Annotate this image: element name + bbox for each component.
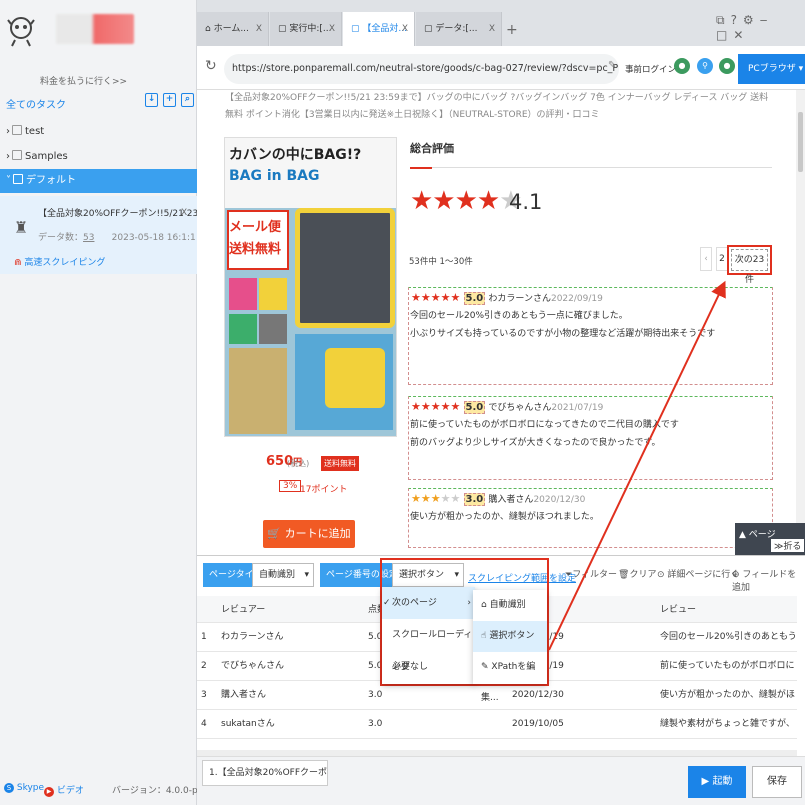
chevron-right-icon: › bbox=[467, 598, 471, 608]
divider bbox=[432, 167, 772, 168]
robot-avatar-icon[interactable] bbox=[6, 14, 36, 48]
next-page-submenu: ⌂ 自動識別 ☝ 選択ボタン ✎ XPathを編集... bbox=[473, 590, 547, 703]
robot-task-icon: ♜ bbox=[14, 218, 29, 237]
submenu-item-auto[interactable]: ⌂ 自動識別 bbox=[473, 590, 547, 621]
fast-scrape-mode: ⋒ 高速スクレイピング bbox=[14, 258, 106, 268]
edit-icon[interactable]: ✎ bbox=[608, 60, 616, 71]
run-button[interactable]: ▶ 起動 bbox=[688, 766, 746, 798]
import-icon[interactable]: ↓ bbox=[145, 93, 158, 107]
home-icon: ⌂ bbox=[205, 24, 211, 34]
image-promo: メール便 bbox=[229, 220, 282, 235]
pencil-icon: ✎ bbox=[481, 662, 489, 672]
page-icon: ▢ bbox=[278, 24, 287, 34]
rating-heading: 総合評価 bbox=[410, 142, 454, 155]
tab-running[interactable]: ▢ 実行中:[... X bbox=[270, 12, 342, 46]
clear-button[interactable]: 🗑クリア bbox=[618, 567, 656, 580]
tax-label: (税込) bbox=[287, 459, 310, 468]
page-num-dropdown: ✓ 次のページ › スクロールローディング 必要なし bbox=[382, 587, 475, 684]
all-tasks-label[interactable]: 全てのタスク bbox=[6, 96, 66, 111]
column-header: レビュー bbox=[660, 605, 697, 615]
image-title: カバンの中にBAG!? bbox=[229, 147, 362, 163]
page-icon: ▢ bbox=[424, 24, 433, 34]
tab-current[interactable]: ▢ 【全品対... X bbox=[343, 12, 415, 46]
review-item: ★★★★★ 5.0 わカラーンさん2022/09/19 今回のセール20%引きの… bbox=[408, 287, 773, 385]
youtube-icon: ▶ bbox=[44, 787, 54, 797]
review-stars: ★★★★★ bbox=[411, 492, 461, 505]
trash-icon: 🗑 bbox=[618, 570, 630, 580]
window-controls[interactable]: ⧉?⚙‒□✕ bbox=[716, 13, 805, 42]
review-count-range: 53件中 1～30件 bbox=[409, 257, 473, 267]
search-task-icon[interactable]: ⌕ bbox=[181, 93, 194, 107]
dropdown-item-next-page[interactable]: ✓ 次のページ › bbox=[382, 587, 475, 619]
rating-stars: ★★★★★ bbox=[410, 186, 523, 216]
filter-button[interactable]: ⏷フィルター bbox=[565, 567, 617, 580]
points-label: 17ポイント bbox=[300, 485, 348, 495]
reload-icon[interactable]: ↻ bbox=[205, 58, 217, 74]
skype-link[interactable]: S Skype bbox=[4, 783, 44, 793]
fold-button: ≫折る bbox=[771, 539, 805, 552]
tab-home[interactable]: ⌂ ホーム... X bbox=[197, 12, 269, 46]
task-meta: データ数：53 2023-05-18 16:1:1 bbox=[38, 233, 196, 243]
image-subtitle: BAG in BAG bbox=[229, 168, 320, 184]
free-shipping-badge: 送料無料 bbox=[321, 456, 359, 471]
page-type-select[interactable]: 自動識別 ▾ bbox=[252, 563, 314, 587]
play-icon: ▶ bbox=[701, 776, 710, 787]
add-task-icon[interactable]: + bbox=[163, 93, 176, 107]
clip-icon[interactable]: ⚲ bbox=[697, 58, 713, 74]
column-header: レビュアー bbox=[221, 605, 266, 615]
new-tab-icon[interactable]: + bbox=[506, 22, 518, 38]
tree-item-test[interactable]: › test bbox=[0, 120, 197, 144]
dropdown-item-none[interactable]: 必要なし bbox=[382, 651, 475, 683]
page-toggle[interactable]: ▲ ページ ≫折る bbox=[735, 523, 805, 555]
save-button[interactable]: 保存 bbox=[752, 766, 802, 798]
extension-icon[interactable]: ● bbox=[674, 58, 690, 74]
review-item: ★★★★★ 3.0 購入者さん2020/12/30 使い方が粗かったのか、縫製が… bbox=[408, 488, 773, 548]
video-link[interactable]: ▶ ビデオ bbox=[44, 783, 84, 797]
tree-item-default[interactable]: ˅ デフォルト bbox=[0, 169, 197, 193]
extension-icon[interactable]: ● bbox=[719, 58, 735, 74]
url-input[interactable]: https://store.ponparemall.com/neutral-st… bbox=[224, 54, 619, 84]
product-breadcrumb[interactable]: 【全品対象20%OFFクーポン!!5/21 23:59まで】バッグの中にバッグ … bbox=[225, 90, 775, 124]
detail-page-button[interactable]: ⊙ 詳細ページに行く bbox=[657, 567, 739, 580]
pc-browser-select[interactable]: PCブラウザ ▾ bbox=[738, 54, 805, 84]
prev-page-icon[interactable]: ‹ bbox=[700, 247, 712, 271]
dropdown-item-scroll[interactable]: スクロールローディング bbox=[382, 619, 475, 672]
upgrade-link[interactable]: 料金を払うに行く>> bbox=[40, 74, 127, 87]
page-icon: ▢ bbox=[351, 24, 360, 34]
heading-underline bbox=[410, 167, 432, 169]
review-stars: ★★★★★ bbox=[411, 291, 461, 304]
collapse-icon: ▲ bbox=[739, 530, 746, 540]
add-to-cart-button[interactable]: 🛒 カートに追加する bbox=[263, 520, 355, 568]
scrollbar-thumb[interactable] bbox=[798, 112, 803, 172]
rating-value: 4.1 bbox=[509, 190, 543, 214]
review-stars: ★★★★★ bbox=[411, 400, 461, 413]
pre-login-button[interactable]: 事前ログイン bbox=[625, 63, 676, 75]
fold-icon: ≫ bbox=[774, 542, 784, 552]
skype-icon: S bbox=[4, 783, 14, 793]
speed-icon: ⋒ bbox=[14, 258, 22, 268]
add-field-button[interactable]: ⊕ フィールドを追加 bbox=[732, 567, 805, 593]
next-page-button[interactable]: 次の23件 bbox=[727, 245, 772, 285]
submenu-item-xpath[interactable]: ✎ XPathを編集... bbox=[473, 652, 547, 703]
points-percent-badge: 3% bbox=[279, 480, 302, 492]
image-promo: 送料無料 bbox=[229, 242, 282, 257]
tab-data[interactable]: ▢ データ:[... X bbox=[416, 12, 502, 46]
auto-icon: ⌂ bbox=[481, 600, 487, 610]
plus-circle-icon: ⊕ bbox=[732, 570, 740, 580]
hand-icon: ☝ bbox=[481, 631, 487, 641]
task-tab[interactable]: 1.【全品対象20%OFFクーポン!!5/... bbox=[202, 760, 328, 786]
review-item: ★★★★★ 5.0 でびちゃんさん2021/07/19 前に使っていたものがボロ… bbox=[408, 396, 773, 480]
cart-icon: 🛒 bbox=[267, 527, 282, 540]
user-name-redacted bbox=[56, 14, 134, 44]
close-icon[interactable]: X bbox=[181, 208, 187, 218]
check-icon: ✓ bbox=[383, 598, 391, 608]
product-image[interactable]: カバンの中にBAG!? BAG in BAG メール便 送料無料 bbox=[224, 137, 397, 437]
tree-item-samples[interactable]: › Samples bbox=[0, 145, 197, 169]
submenu-item-select-button[interactable]: ☝ 選択ボタン bbox=[473, 621, 547, 652]
detail-icon: ⊙ bbox=[657, 570, 665, 580]
table-row[interactable]: 4sukatanさん3.02019/10/05縫製や素材がちょっと雑ですが、ポケ… bbox=[197, 710, 797, 739]
